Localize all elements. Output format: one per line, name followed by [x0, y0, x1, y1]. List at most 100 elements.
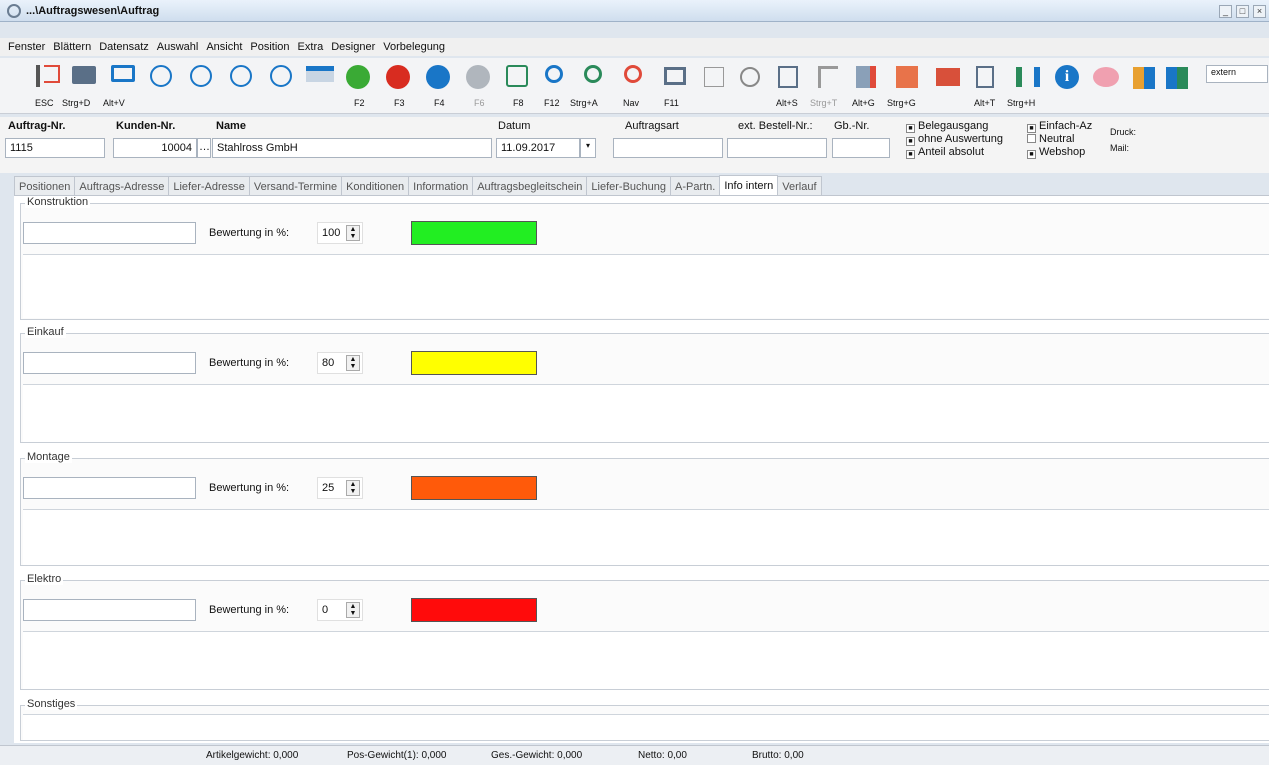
tab-konditionen[interactable]: Konditionen [341, 176, 410, 196]
next-record-icon[interactable] [230, 65, 252, 87]
monitor-icon[interactable] [111, 65, 135, 82]
tab-versand-termine[interactable]: Versand-Termine [248, 176, 343, 196]
maximize-button[interactable]: □ [1236, 5, 1249, 18]
add-icon[interactable] [346, 65, 370, 89]
elektro-notes[interactable] [23, 631, 1269, 689]
link-icon[interactable] [740, 67, 760, 87]
save-icon[interactable] [506, 65, 528, 87]
datum-dropdown-icon[interactable]: ▾ [580, 138, 596, 158]
tab-auftragsbegleitschein[interactable]: Auftragsbegleitschein [472, 176, 588, 196]
bewertung-spinner[interactable]: 25 ▲ ▼ [317, 477, 363, 499]
menu-fenster[interactable]: Fenster [8, 41, 45, 53]
status-bar: Artikelgewicht: 0,000 Pos-Gewicht(1): 0,… [0, 745, 1269, 765]
tab-a-partn[interactable]: A-Partn. [670, 176, 721, 196]
user-search-icon[interactable] [584, 65, 602, 83]
tab-auftrags-adresse[interactable]: Auftrags-Adresse [74, 176, 170, 196]
group-title: Elektro [25, 573, 64, 585]
group-konstruktion: Konstruktion Bewertung in %: 100 ▲ ▼ [20, 196, 1269, 320]
menu-datensatz[interactable]: Datensatz [99, 41, 149, 53]
print-icon[interactable] [72, 66, 96, 84]
menu-vorbelegung[interactable]: Vorbelegung [383, 41, 445, 53]
grid-icon[interactable] [1133, 67, 1155, 89]
sum-icon[interactable] [778, 66, 798, 88]
ohne-auswertung-checkbox[interactable]: ohne Auswertung [906, 133, 1003, 146]
group-elektro: Elektro Bewertung in %: 0 ▲ ▼ [20, 573, 1269, 690]
kunden-lookup-button[interactable]: … [197, 138, 211, 158]
elektro-field[interactable] [23, 599, 196, 621]
group-sonstiges: Sonstiges [20, 698, 1269, 741]
filter-icon[interactable] [306, 66, 334, 82]
piggy-bank-icon[interactable] [1093, 67, 1119, 87]
belegausgang-checkbox[interactable]: Belegausgang [906, 120, 988, 133]
neutral-checkbox[interactable]: Neutral [1027, 133, 1074, 145]
exit-icon[interactable] [36, 65, 40, 87]
bewertung-spinner[interactable]: 0 ▲ ▼ [317, 599, 363, 621]
einfach-az-checkbox[interactable]: Einfach-Az [1027, 120, 1092, 133]
key-strg-d: Strg+D [62, 98, 91, 108]
bewertung-spinner[interactable]: 100 ▲ ▼ [317, 222, 363, 244]
layout-icon[interactable] [1166, 67, 1188, 89]
auftragsart-label: Auftragsart [625, 120, 679, 132]
network-icon[interactable] [1016, 67, 1040, 87]
name-field[interactable]: Stahlross GmbH [212, 138, 492, 158]
menu-ansicht[interactable]: Ansicht [206, 41, 242, 53]
kunden-field[interactable]: 10004 [113, 138, 197, 158]
konstruktion-field[interactable] [23, 222, 196, 244]
document-icon[interactable] [856, 66, 876, 88]
close-button[interactable]: × [1253, 5, 1266, 18]
exit-arrow-icon[interactable] [44, 65, 60, 83]
group-einkauf: Einkauf Bewertung in %: 80 ▲ ▼ [20, 326, 1269, 443]
einkauf-field[interactable] [23, 352, 196, 374]
window-icon[interactable] [664, 67, 686, 85]
menu-blaettern[interactable]: Blättern [53, 41, 91, 53]
gb-select[interactable] [832, 138, 890, 158]
tab-verlauf[interactable]: Verlauf [777, 176, 822, 196]
key-strg-h: Strg+H [1007, 98, 1036, 108]
bewertung-spinner[interactable]: 80 ▲ ▼ [317, 352, 363, 374]
document-edit-icon[interactable] [896, 66, 918, 88]
previous-record-icon[interactable] [190, 65, 212, 87]
tab-info-intern[interactable]: Info intern [719, 175, 779, 197]
mail-label: Mail: [1110, 143, 1130, 153]
key-esc: ESC [35, 98, 54, 108]
auftrag-label: Auftrag-Nr. [8, 120, 66, 132]
key-f11: F11 [664, 98, 679, 108]
search-field[interactable]: extern [1206, 65, 1268, 83]
minimize-button[interactable]: _ [1219, 5, 1232, 18]
last-record-icon[interactable] [270, 65, 292, 87]
webshop-checkbox[interactable]: Webshop [1027, 146, 1085, 159]
up-icon[interactable] [426, 65, 450, 89]
auftrag-field[interactable]: 1115 [5, 138, 105, 158]
delete-icon[interactable] [386, 65, 410, 89]
bewertung-label: Bewertung in %: [209, 482, 290, 494]
info-icon[interactable]: i [1055, 65, 1079, 89]
first-record-icon[interactable] [150, 65, 172, 87]
tab-information[interactable]: Information [408, 176, 474, 196]
rating-color-swatch [411, 221, 537, 245]
anteil-absolut-checkbox[interactable]: Anteil absolut [906, 146, 984, 159]
datum-field[interactable]: 11.09.2017 [496, 138, 580, 158]
einkauf-notes[interactable] [23, 384, 1269, 442]
cancel-icon[interactable] [466, 65, 490, 89]
menu-designer[interactable]: Designer [331, 41, 375, 53]
status-artikelgewicht: Artikelgewicht: 0,000 [206, 750, 299, 761]
montage-field[interactable] [23, 477, 196, 499]
konstruktion-notes[interactable] [23, 254, 1269, 318]
tab-liefer-buchung[interactable]: Liefer-Buchung [586, 176, 671, 196]
key-strg-t: Strg+T [810, 98, 838, 108]
montage-notes[interactable] [23, 509, 1269, 565]
tab-positionen[interactable]: Positionen [14, 176, 76, 196]
auftragsart-select[interactable] [613, 138, 723, 158]
stamp-icon[interactable] [936, 68, 960, 86]
menu-auswahl[interactable]: Auswahl [157, 41, 199, 53]
sonstiges-notes[interactable] [23, 714, 1269, 740]
user-remove-icon[interactable] [624, 65, 642, 83]
form-icon[interactable] [976, 66, 994, 88]
rating-color-swatch [411, 476, 537, 500]
menu-extra[interactable]: Extra [298, 41, 324, 53]
menu-position[interactable]: Position [250, 41, 289, 53]
search-icon[interactable] [545, 65, 563, 83]
bestell-field[interactable] [727, 138, 827, 158]
tab-liefer-adresse[interactable]: Liefer-Adresse [168, 176, 250, 196]
bewertung-label: Bewertung in %: [209, 227, 290, 239]
